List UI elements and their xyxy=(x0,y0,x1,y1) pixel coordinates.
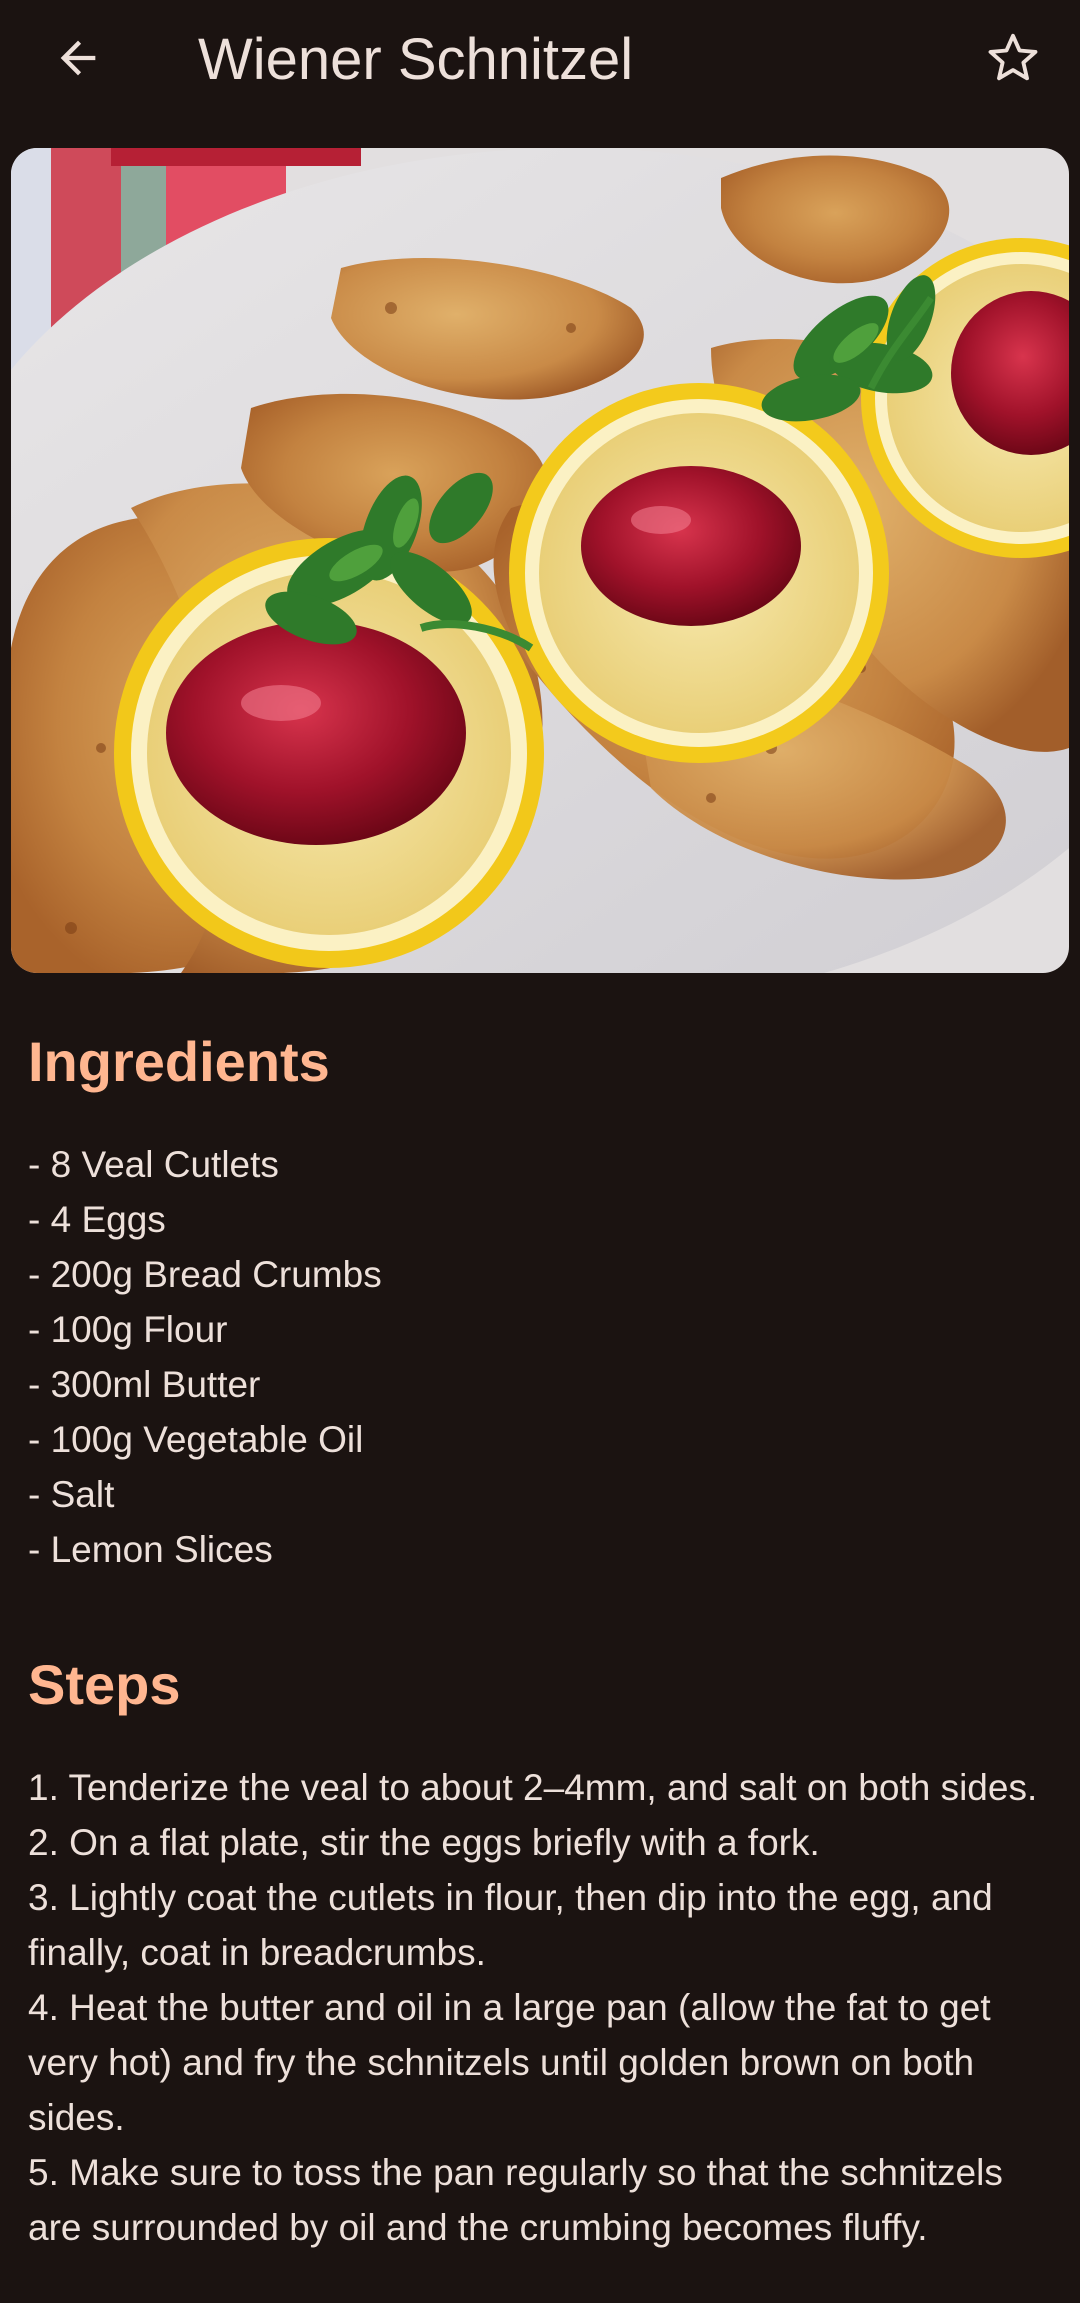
recipe-detail-screen: Wiener Schnitzel Ingredients - 8 Veal Cu… xyxy=(0,0,1080,2303)
top-app-bar: Wiener Schnitzel xyxy=(0,0,1080,126)
star-outline-icon xyxy=(984,29,1042,92)
step-item: 4. Heat the butter and oil in a large pa… xyxy=(28,1987,991,2138)
favorite-button[interactable] xyxy=(965,12,1061,108)
ingredient-item: - Lemon Slices xyxy=(28,1529,273,1570)
ingredient-item: - Salt xyxy=(28,1474,115,1515)
step-item: 1. Tenderize the veal to about 2–4mm, an… xyxy=(28,1767,1038,1808)
ingredient-item: - 100g Vegetable Oil xyxy=(28,1419,364,1460)
step-item: 2. On a flat plate, stir the eggs briefl… xyxy=(28,1822,820,1863)
arrow-left-icon xyxy=(52,32,104,89)
ingredients-heading: Ingredients xyxy=(28,1030,330,1093)
page-title: Wiener Schnitzel xyxy=(198,27,634,92)
steps-list: 1. Tenderize the veal to about 2–4mm, an… xyxy=(28,1760,1058,2255)
ingredient-item: - 200g Bread Crumbs xyxy=(28,1254,382,1295)
ingredient-item: - 8 Veal Cutlets xyxy=(28,1144,279,1185)
recipe-photo xyxy=(11,148,1069,973)
ingredients-list: - 8 Veal Cutlets - 4 Eggs - 200g Bread C… xyxy=(28,1137,1048,1577)
ingredient-item: - 4 Eggs xyxy=(28,1199,166,1240)
ingredient-item: - 300ml Butter xyxy=(28,1364,261,1405)
steps-heading: Steps xyxy=(28,1653,181,1716)
step-item: 3. Lightly coat the cutlets in flour, th… xyxy=(28,1877,993,1973)
back-button[interactable] xyxy=(30,12,126,108)
step-item: 5. Make sure to toss the pan regularly s… xyxy=(28,2152,1003,2248)
ingredient-item: - 100g Flour xyxy=(28,1309,228,1350)
